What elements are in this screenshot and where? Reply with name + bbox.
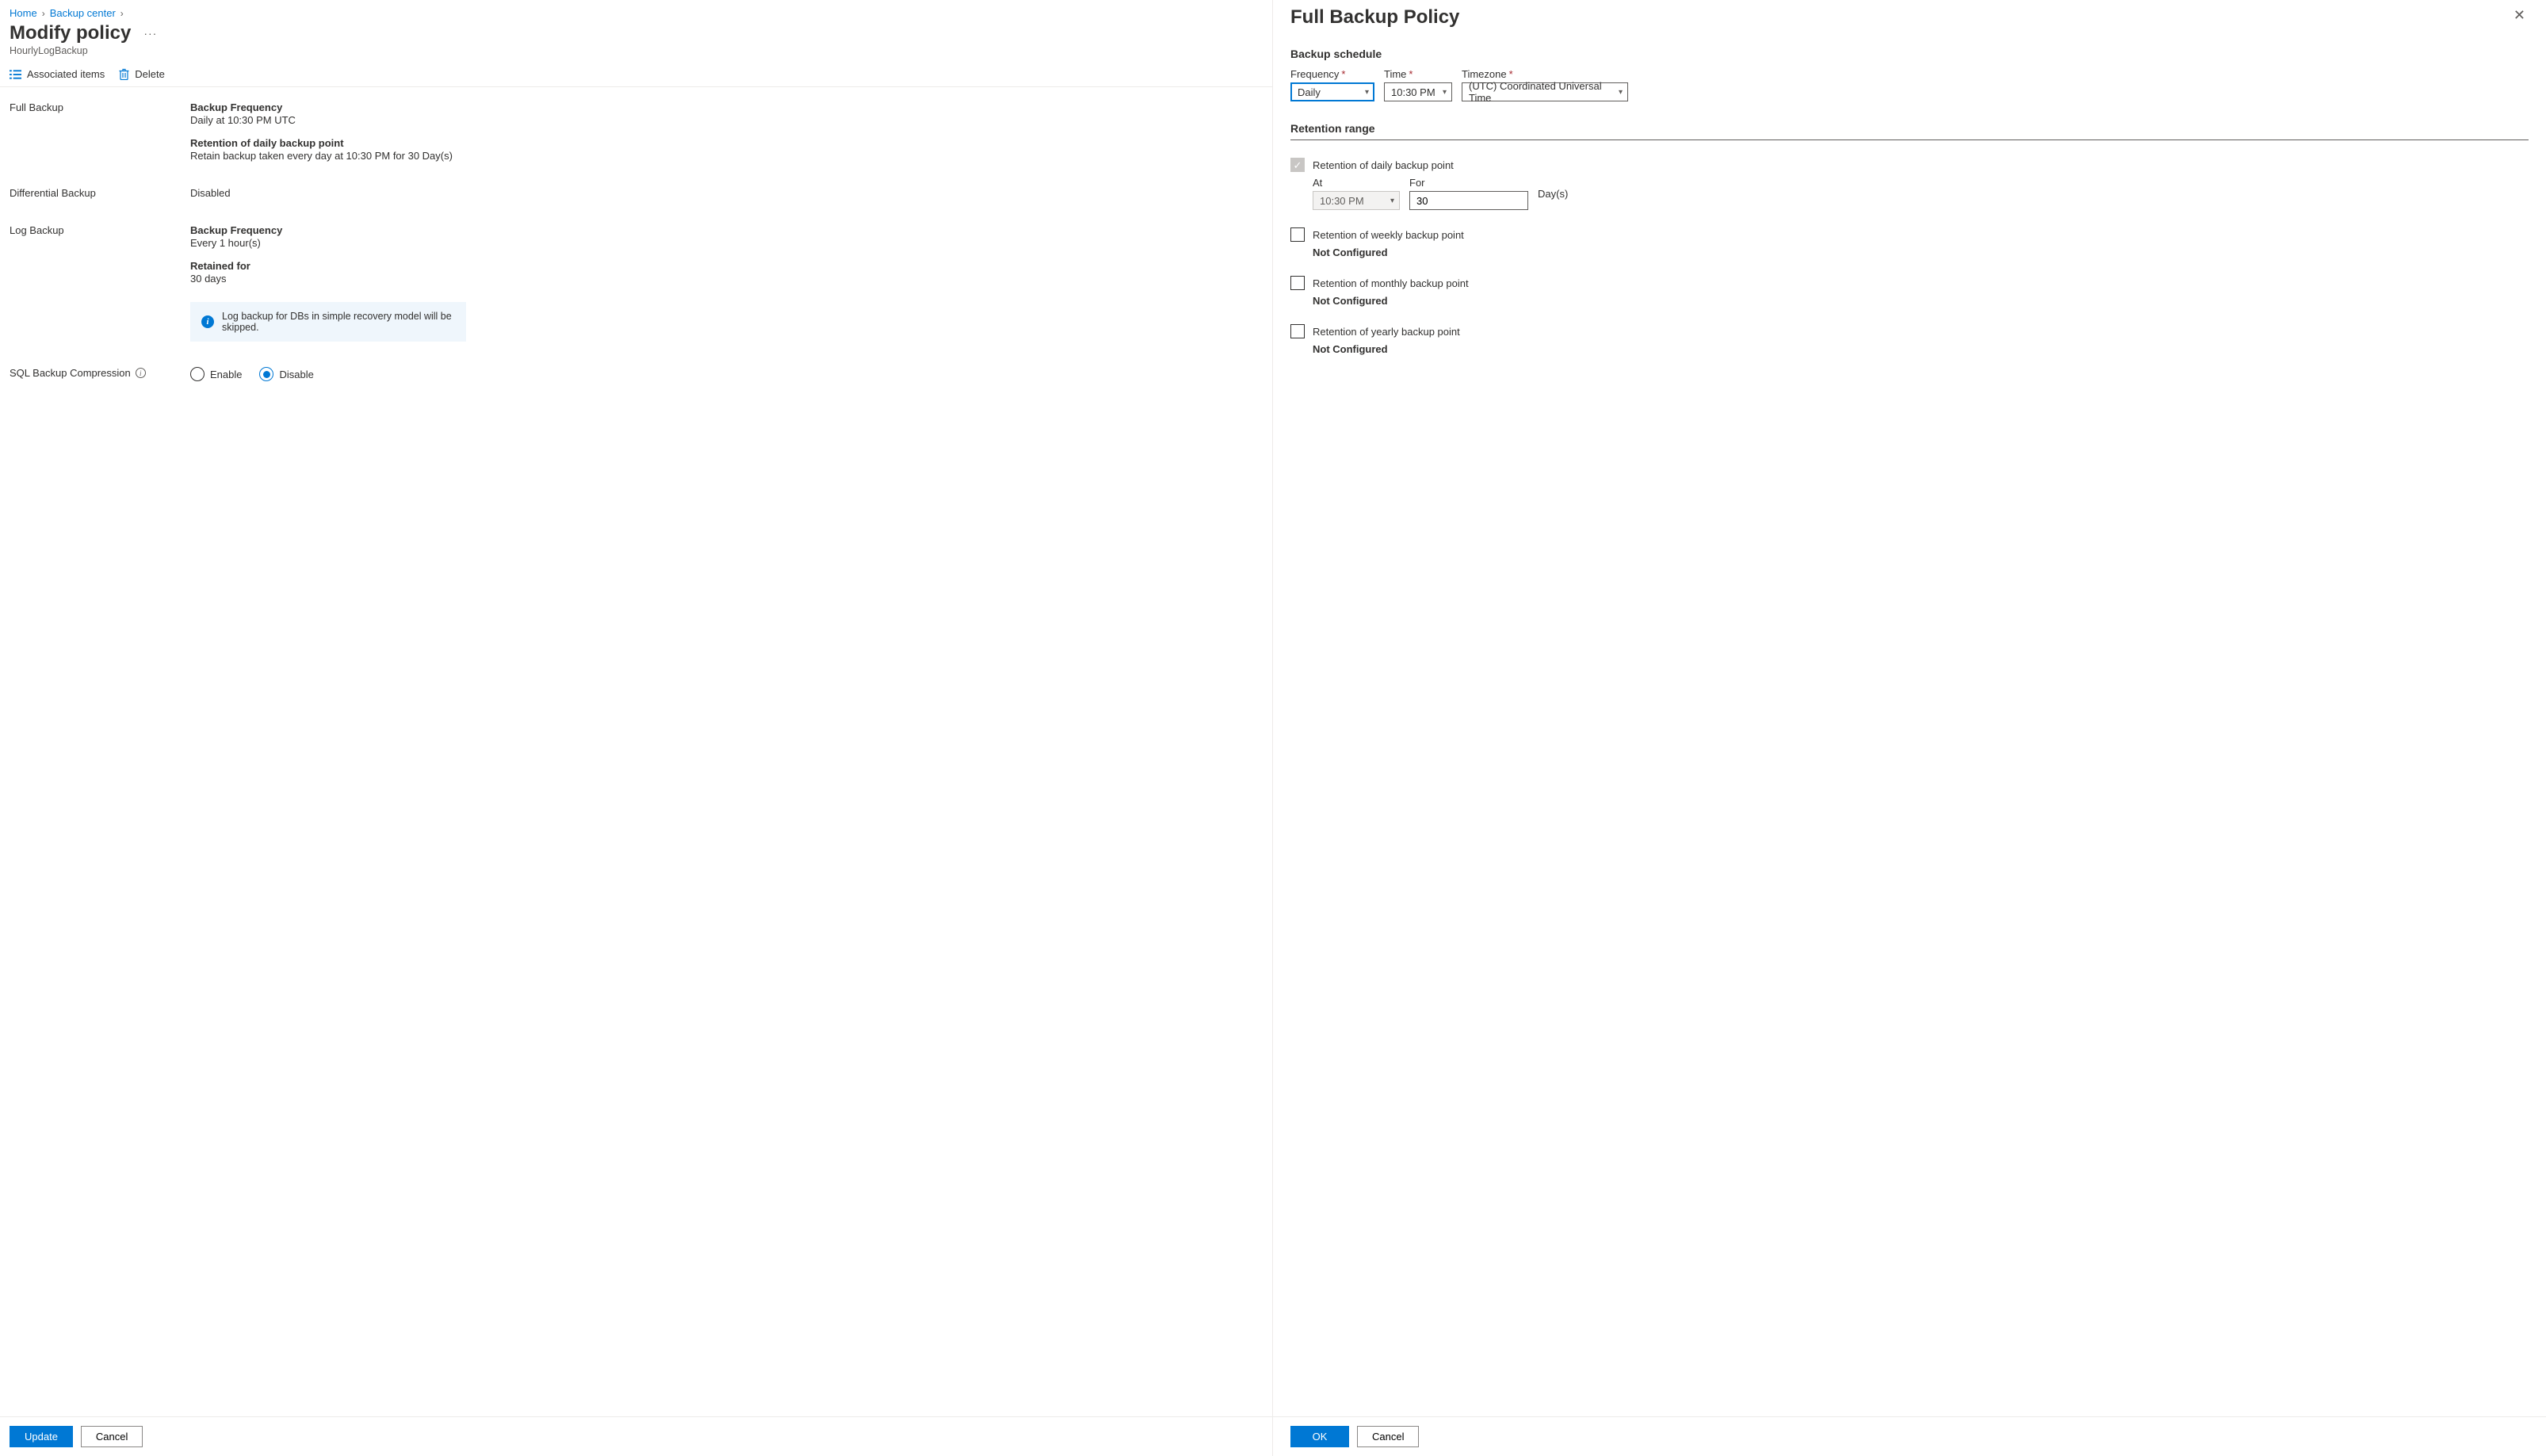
log-backup-freq-value: Every 1 hour(s) — [190, 237, 1263, 249]
command-bar: Associated items Delete — [0, 63, 1272, 87]
breadcrumb: Home › Backup center › — [0, 0, 1272, 22]
chevron-down-icon: ▾ — [1365, 88, 1369, 97]
blade-title: Full Backup Policy — [1290, 6, 1459, 29]
page-title: Modify policy — [10, 22, 131, 44]
full-backup-retention-label: Retention of daily backup point — [190, 137, 1263, 149]
frequency-dropdown[interactable]: Daily ▾ — [1290, 82, 1374, 101]
update-button[interactable]: Update — [10, 1426, 73, 1447]
backup-schedule-heading: Backup schedule — [1290, 48, 2529, 60]
retention-yearly-status: Not Configured — [1313, 343, 2529, 355]
retention-monthly-checkbox[interactable] — [1290, 276, 1305, 290]
blade-cancel-button[interactable]: Cancel — [1357, 1426, 1419, 1447]
more-actions-button[interactable]: ··· — [140, 25, 160, 41]
retention-weekly-label: Retention of weekly backup point — [1313, 229, 1464, 241]
breadcrumb-home[interactable]: Home — [10, 7, 37, 19]
time-label: Time* — [1384, 68, 1452, 80]
list-icon — [10, 69, 21, 80]
help-icon[interactable]: i — [136, 368, 146, 378]
page-subtitle: HourlyLogBackup — [0, 44, 1272, 63]
chevron-down-icon: ▾ — [1443, 88, 1447, 97]
info-message: i Log backup for DBs in simple recovery … — [190, 302, 466, 342]
info-message-text: Log backup for DBs in simple recovery mo… — [222, 311, 455, 333]
full-backup-section-label: Full Backup — [10, 101, 190, 113]
close-blade-button[interactable]: ✕ — [2510, 6, 2529, 24]
chevron-right-icon: › — [120, 8, 124, 19]
delete-label: Delete — [135, 68, 165, 80]
full-backup-freq-label: Backup Frequency — [190, 101, 1263, 113]
frequency-label: Frequency* — [1290, 68, 1374, 80]
compression-enable-label: Enable — [210, 369, 242, 380]
retention-daily-at-value: 10:30 PM — [1320, 195, 1364, 207]
retention-monthly-status: Not Configured — [1313, 295, 2529, 307]
timezone-label: Timezone* — [1462, 68, 1628, 80]
full-backup-retention-value: Retain backup taken every day at 10:30 P… — [190, 150, 1263, 162]
close-icon: ✕ — [2514, 7, 2525, 23]
retention-daily-at-label: At — [1313, 177, 1400, 189]
compression-disable-radio[interactable]: Disable — [259, 367, 313, 381]
chevron-right-icon: › — [42, 8, 45, 19]
retention-daily-at-dropdown: 10:30 PM ▾ — [1313, 191, 1400, 210]
cancel-button[interactable]: Cancel — [81, 1426, 143, 1447]
modify-policy-pane: Home › Backup center › Modify policy ···… — [0, 0, 1273, 1456]
chevron-down-icon: ▾ — [1619, 88, 1623, 97]
compression-section-label: SQL Backup Compression i — [10, 367, 190, 379]
breadcrumb-backup-center[interactable]: Backup center — [50, 7, 116, 19]
delete-button[interactable]: Delete — [119, 68, 165, 80]
retention-daily-for-input[interactable] — [1409, 191, 1528, 210]
retention-weekly-status: Not Configured — [1313, 246, 2529, 258]
associated-items-label: Associated items — [27, 68, 105, 80]
frequency-value: Daily — [1298, 86, 1321, 98]
left-footer: Update Cancel — [0, 1416, 1272, 1456]
chevron-down-icon: ▾ — [1390, 197, 1394, 205]
timezone-value: (UTC) Coordinated Universal Time — [1469, 80, 1619, 104]
differential-backup-section-label: Differential Backup — [10, 187, 190, 199]
full-backup-policy-blade: Full Backup Policy ✕ Backup schedule Fre… — [1273, 0, 2546, 1456]
retention-daily-for-label: For — [1409, 177, 1528, 189]
log-backup-retained-label: Retained for — [190, 260, 1263, 272]
time-value: 10:30 PM — [1391, 86, 1435, 98]
blade-footer: OK Cancel — [1273, 1416, 2546, 1456]
trash-icon — [119, 68, 129, 80]
log-backup-section-label: Log Backup — [10, 224, 190, 236]
compression-disable-label: Disable — [279, 369, 313, 380]
timezone-dropdown[interactable]: (UTC) Coordinated Universal Time ▾ — [1462, 82, 1628, 101]
info-icon: i — [201, 315, 214, 328]
log-backup-freq-label: Backup Frequency — [190, 224, 1263, 236]
retention-weekly-checkbox[interactable] — [1290, 227, 1305, 242]
retention-range-heading: Retention range — [1290, 122, 2529, 140]
retention-daily-checkbox[interactable] — [1290, 158, 1305, 172]
ok-button[interactable]: OK — [1290, 1426, 1349, 1447]
full-backup-freq-value: Daily at 10:30 PM UTC — [190, 114, 1263, 126]
retention-daily-unit: Day(s) — [1538, 188, 1568, 200]
retention-yearly-label: Retention of yearly backup point — [1313, 326, 1460, 338]
log-backup-retained-value: 30 days — [190, 273, 1263, 285]
retention-daily-label: Retention of daily backup point — [1313, 159, 1454, 171]
compression-enable-radio[interactable]: Enable — [190, 367, 242, 381]
retention-monthly-label: Retention of monthly backup point — [1313, 277, 1469, 289]
policy-content: Full Backup Backup Frequency Daily at 10… — [0, 87, 1272, 1416]
time-dropdown[interactable]: 10:30 PM ▾ — [1384, 82, 1452, 101]
retention-yearly-checkbox[interactable] — [1290, 324, 1305, 338]
differential-backup-value: Disabled — [190, 187, 1263, 199]
associated-items-button[interactable]: Associated items — [10, 68, 105, 80]
